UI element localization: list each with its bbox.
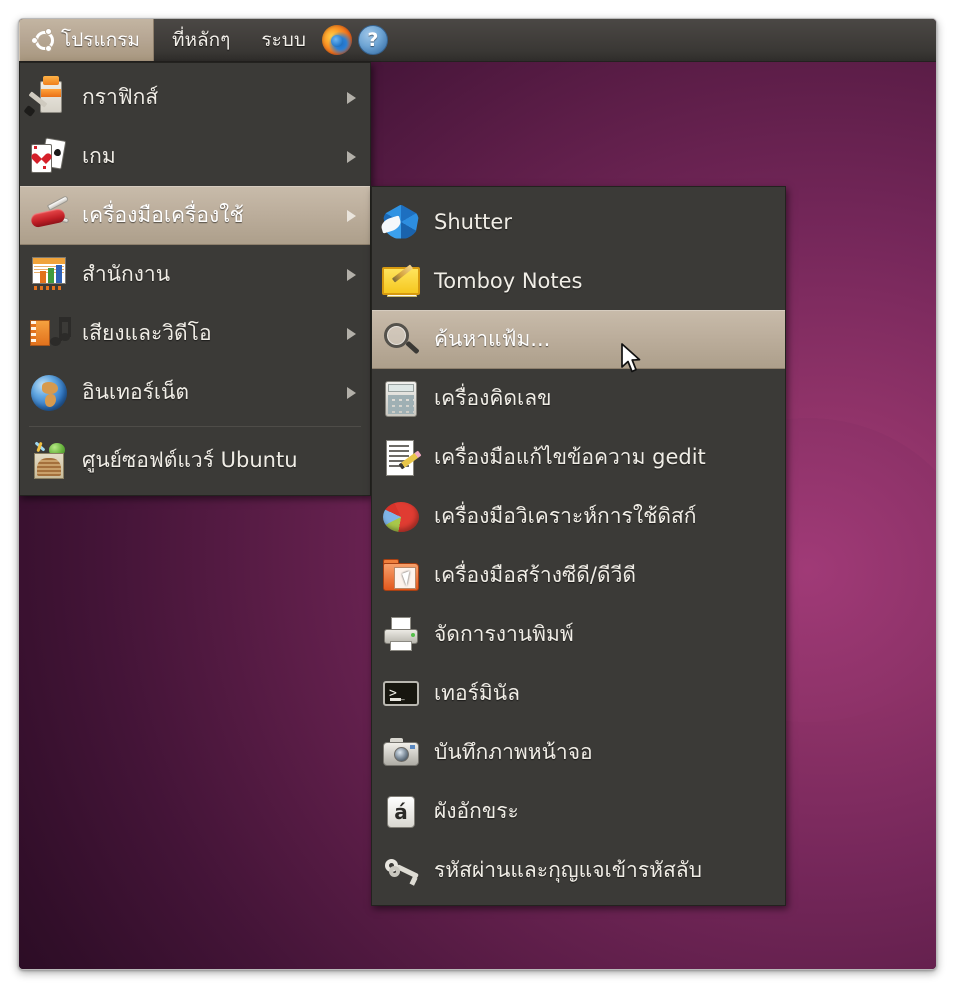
menu-item-office[interactable]: สำนักงาน xyxy=(20,245,370,304)
screenshot-frame: โปรแกรม ที่หลักๆ ระบบ ? กราฟิกส์ เกม เคร… xyxy=(18,18,937,970)
shutter-icon xyxy=(379,201,422,243)
submenu-item-calculator-label: เครื่องคิดเลข xyxy=(434,386,552,410)
menu-item-accessories[interactable]: เครื่องมือเครื่องใช้ xyxy=(20,186,370,245)
menu-item-games-label: เกม xyxy=(82,144,116,168)
chevron-right-icon xyxy=(347,91,356,104)
panel-launcher-firefox[interactable] xyxy=(319,19,355,61)
panel-menu-applications-label: โปรแกรม xyxy=(61,29,140,51)
menu-item-games[interactable]: เกม xyxy=(20,127,370,186)
cd-dvd-creator-icon xyxy=(380,555,422,597)
submenu-item-tomboy-notes-label: Tomboy Notes xyxy=(434,268,583,293)
calculator-icon xyxy=(380,378,422,420)
submenu-item-search-files-label: ค้นหาแฟ้ม... xyxy=(434,327,551,351)
submenu-item-disk-usage-analyzer-label: เครื่องมือวิเคราะห์การใช้ดิสก์ xyxy=(434,504,697,528)
help-icon: ? xyxy=(357,25,388,55)
menu-item-sound-video-label: เสียงและวิดีโอ xyxy=(82,321,212,345)
top-panel: โปรแกรม ที่หลักๆ ระบบ ? xyxy=(19,19,936,62)
submenu-item-gedit[interactable]: เครื่องมือแก้ไขข้อความ gedit xyxy=(372,428,785,487)
submenu-item-print-manager-label: จัดการงานพิมพ์ xyxy=(434,622,574,646)
disk-usage-analyzer-icon xyxy=(380,496,422,538)
submenu-item-terminal-label: เทอร์มินัล xyxy=(434,681,520,705)
screenshot-icon xyxy=(380,732,422,774)
panel-menu-places-label: ที่หลักๆ xyxy=(171,29,231,51)
submenu-item-screenshot[interactable]: บันทึกภาพหน้าจอ xyxy=(372,723,785,782)
terminal-icon: >_ xyxy=(380,673,422,715)
submenu-item-character-map-label: ผังอักขระ xyxy=(434,799,519,823)
submenu-item-character-map[interactable]: á ผังอักขระ xyxy=(372,782,785,841)
firefox-icon xyxy=(321,25,352,55)
submenu-item-passwords-and-keys[interactable]: รหัสผ่านและกุญแจเข้ารหัสลับ xyxy=(372,841,785,900)
panel-menu-system-label: ระบบ xyxy=(261,29,306,51)
office-icon xyxy=(28,254,70,296)
panel-menu-places[interactable]: ที่หลักๆ xyxy=(154,19,243,61)
menu-item-internet-label: อินเทอร์เน็ต xyxy=(82,380,190,404)
ubuntu-software-center-icon xyxy=(28,440,70,482)
tomboy-notes-icon xyxy=(380,260,422,302)
menu-item-graphics-label: กราฟิกส์ xyxy=(82,85,159,109)
panel-launcher-help[interactable]: ? xyxy=(355,19,391,61)
chevron-right-icon xyxy=(347,150,356,163)
chevron-right-icon xyxy=(347,209,356,222)
submenu-item-shutter-label: Shutter xyxy=(434,209,512,234)
menu-item-ubuntu-software-center[interactable]: ศูนย์ซอฟต์แวร์ Ubuntu xyxy=(20,431,370,490)
menu-item-accessories-label: เครื่องมือเครื่องใช้ xyxy=(82,203,244,227)
submenu-item-screenshot-label: บันทึกภาพหน้าจอ xyxy=(434,740,593,764)
submenu-item-terminal[interactable]: >_ เทอร์มินัล xyxy=(372,664,785,723)
submenu-item-cd-dvd-creator[interactable]: เครื่องมือสร้างซีดี/ดีวีดี xyxy=(372,546,785,605)
menu-item-ubuntu-software-center-label: ศูนย์ซอฟต์แวร์ Ubuntu xyxy=(82,448,298,472)
accessories-icon xyxy=(28,194,70,237)
menu-item-office-label: สำนักงาน xyxy=(82,262,171,286)
submenu-item-tomboy-notes[interactable]: Tomboy Notes xyxy=(372,251,785,310)
character-map-icon: á xyxy=(380,791,422,833)
menu-separator xyxy=(29,426,361,427)
ubuntu-logo-icon xyxy=(31,27,56,52)
graphics-icon xyxy=(23,75,70,119)
chevron-right-icon xyxy=(347,386,356,399)
submenu-item-cd-dvd-creator-label: เครื่องมือสร้างซีดี/ดีวีดี xyxy=(434,563,637,587)
accessories-submenu: Shutter Tomboy Notes ค้นหาแฟ้ม... เครื่อ… xyxy=(371,186,786,906)
passwords-and-keys-icon xyxy=(380,850,422,892)
menu-item-internet[interactable]: อินเทอร์เน็ต xyxy=(20,363,370,422)
print-manager-icon xyxy=(380,614,422,656)
submenu-item-gedit-label: เครื่องมือแก้ไขข้อความ gedit xyxy=(434,445,706,469)
search-files-icon xyxy=(380,319,422,361)
submenu-item-print-manager[interactable]: จัดการงานพิมพ์ xyxy=(372,605,785,664)
character-map-glyph: á xyxy=(394,799,408,824)
games-icon xyxy=(28,136,70,178)
panel-menu-applications[interactable]: โปรแกรม xyxy=(19,19,154,61)
menu-item-graphics[interactable]: กราฟิกส์ xyxy=(20,68,370,127)
submenu-item-shutter[interactable]: Shutter xyxy=(372,192,785,251)
submenu-item-search-files[interactable]: ค้นหาแฟ้ม... xyxy=(372,310,785,369)
applications-menu: กราฟิกส์ เกม เครื่องมือเครื่องใช้ สำนักง… xyxy=(19,62,371,496)
panel-menu-system[interactable]: ระบบ xyxy=(243,19,319,61)
chevron-right-icon xyxy=(347,268,356,281)
gedit-text-editor-icon xyxy=(380,437,422,479)
submenu-item-disk-usage-analyzer[interactable]: เครื่องมือวิเคราะห์การใช้ดิสก์ xyxy=(372,487,785,546)
submenu-item-calculator[interactable]: เครื่องคิดเลข xyxy=(372,369,785,428)
menu-item-sound-video[interactable]: เสียงและวิดีโอ xyxy=(20,304,370,363)
internet-icon xyxy=(28,372,70,414)
sound-video-icon xyxy=(28,313,71,355)
chevron-right-icon xyxy=(347,327,356,340)
submenu-item-passwords-and-keys-label: รหัสผ่านและกุญแจเข้ารหัสลับ xyxy=(434,858,702,882)
